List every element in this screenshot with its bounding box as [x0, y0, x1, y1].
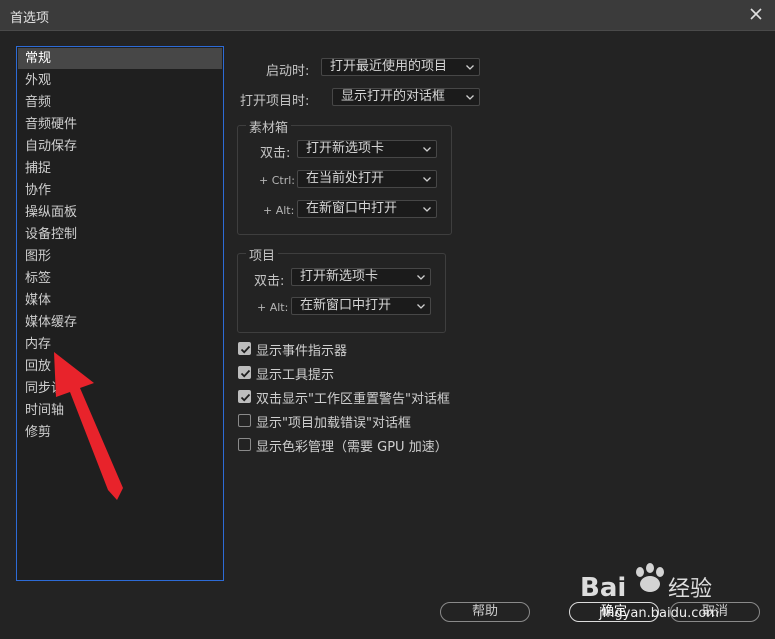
- sidebar-item-device-control[interactable]: 设备控制: [18, 224, 222, 245]
- sidebar-item-audio-hardware[interactable]: 音频硬件: [18, 114, 222, 135]
- sidebar-item-timeline[interactable]: 时间轴: [18, 400, 222, 421]
- sidebar-item-memory[interactable]: 内存: [18, 334, 222, 355]
- close-icon[interactable]: [745, 3, 767, 25]
- checkbox-label: 显示"项目加载错误"对话框: [256, 416, 411, 431]
- open-project-value: 显示打开的对话框: [341, 89, 446, 104]
- sidebar-item-audio[interactable]: 音频: [18, 92, 222, 113]
- title-bar: 首选项: [0, 0, 775, 31]
- chevron-down-icon: [417, 275, 425, 280]
- sidebar-item-playback[interactable]: 回放: [18, 356, 222, 377]
- sidebar-item-labels[interactable]: 标签: [18, 268, 222, 289]
- preferences-category-list: 常规 外观 音频 音频硬件 自动保存 捕捉 协作 操纵面板 设备控制 图形 标签…: [16, 46, 224, 581]
- project-double-click-label: 双击:: [254, 274, 285, 289]
- open-project-label: 打开项目时:: [240, 94, 310, 109]
- project-alt-value: 在新窗口中打开: [300, 298, 392, 313]
- project-group-title: 项目: [246, 245, 279, 264]
- project-alt-label: + Alt:: [257, 301, 289, 314]
- baidu-watermark-url: jingyan.baidu.com: [599, 606, 719, 621]
- project-group: [237, 253, 446, 333]
- sidebar-item-trim[interactable]: 修剪: [18, 422, 222, 443]
- bin-ctrl-value: 在当前处打开: [306, 171, 385, 186]
- svg-text:经验: 经验: [668, 577, 712, 602]
- sidebar-item-media-cache[interactable]: 媒体缓存: [18, 312, 222, 333]
- sidebar-item-media[interactable]: 媒体: [18, 290, 222, 311]
- bin-group-title: 素材箱: [246, 117, 292, 136]
- bin-alt-dropdown[interactable]: 在新窗口中打开: [297, 200, 437, 218]
- sidebar-item-general[interactable]: 常规: [18, 48, 222, 69]
- sidebar-item-auto-save[interactable]: 自动保存: [18, 136, 222, 157]
- bin-ctrl-dropdown[interactable]: 在当前处打开: [297, 170, 437, 188]
- bin-ctrl-label: + Ctrl:: [259, 174, 295, 187]
- startup-dropdown[interactable]: 打开最近使用的项目: [321, 58, 480, 76]
- checkbox-label: 双击显示"工作区重置警告"对话框: [256, 392, 450, 407]
- checkbox-unchecked[interactable]: [238, 414, 251, 427]
- project-double-click-dropdown[interactable]: 打开新选项卡: [291, 268, 431, 286]
- sidebar-item-control-surface[interactable]: 操纵面板: [18, 202, 222, 223]
- project-alt-dropdown[interactable]: 在新窗口中打开: [291, 297, 431, 315]
- sidebar-item-sync-settings[interactable]: 同步设: [18, 378, 222, 399]
- chevron-down-icon: [423, 177, 431, 182]
- bin-double-click-label: 双击:: [260, 146, 291, 161]
- bin-double-click-dropdown[interactable]: 打开新选项卡: [297, 140, 437, 158]
- startup-label: 启动时:: [266, 64, 310, 79]
- project-double-click-value: 打开新选项卡: [300, 269, 379, 284]
- startup-value: 打开最近使用的项目: [330, 59, 448, 74]
- open-project-dropdown[interactable]: 显示打开的对话框: [332, 88, 480, 106]
- chevron-down-icon: [417, 304, 425, 309]
- sidebar-item-capture[interactable]: 捕捉: [18, 158, 222, 179]
- chevron-down-icon: [466, 65, 474, 70]
- bin-alt-value: 在新窗口中打开: [306, 201, 398, 216]
- sidebar-item-collaboration[interactable]: 协作: [18, 180, 222, 201]
- bin-alt-label: + Alt:: [263, 204, 295, 217]
- checkbox-checked[interactable]: [238, 390, 251, 403]
- chevron-down-icon: [423, 207, 431, 212]
- sidebar-item-graphics[interactable]: 图形: [18, 246, 222, 267]
- checkbox-checked[interactable]: [238, 342, 251, 355]
- checkbox-label: 显示工具提示: [256, 368, 335, 383]
- chevron-down-icon: [466, 95, 474, 100]
- window-title: 首选项: [10, 11, 50, 26]
- checkbox-label: 显示事件指示器: [256, 344, 348, 359]
- chevron-down-icon: [423, 147, 431, 152]
- svg-text:Bai: Bai: [580, 573, 626, 603]
- checkbox-checked[interactable]: [238, 366, 251, 379]
- sidebar-item-appearance[interactable]: 外观: [18, 70, 222, 91]
- checkbox-unchecked[interactable]: [238, 438, 251, 451]
- checkbox-label: 显示色彩管理（需要 GPU 加速）: [256, 440, 448, 455]
- bin-double-click-value: 打开新选项卡: [306, 141, 385, 156]
- help-button[interactable]: 帮助: [440, 602, 530, 622]
